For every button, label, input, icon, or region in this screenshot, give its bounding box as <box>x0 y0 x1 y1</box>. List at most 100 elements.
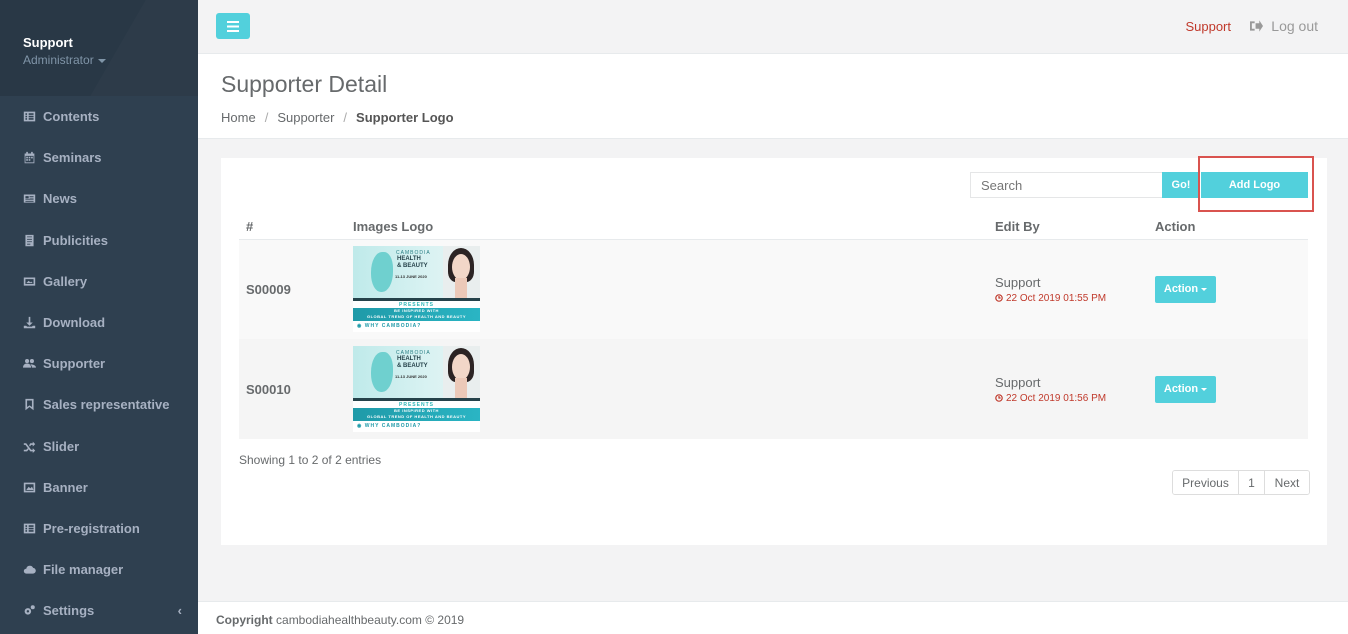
logo-portrait <box>443 346 480 398</box>
logo-why-label: WHY CAMBODIA? <box>364 423 422 429</box>
edit-timestamp: 22 Oct 2019 01:56 PM <box>995 393 1148 404</box>
cloud-icon <box>22 563 36 577</box>
column-header-id: # <box>239 214 346 240</box>
action-cell: Action <box>1148 339 1308 439</box>
logo-line3: & BEAUTY <box>397 363 428 369</box>
sidebar-item-label: Gallery <box>43 273 88 289</box>
action-dropdown-button[interactable]: Action <box>1155 275 1216 303</box>
pagination-next[interactable]: Next <box>1265 471 1309 494</box>
chevron-left-icon: ‹ <box>177 603 182 619</box>
menu-toggle-button[interactable] <box>216 13 250 39</box>
download-icon <box>22 316 36 330</box>
pagination: Previous 1 Next <box>1172 470 1310 495</box>
sidebar-item-pre-registration[interactable]: Pre-registration <box>0 508 198 549</box>
sidebar-item-file-manager[interactable]: File manager <box>0 549 198 590</box>
logo-divider <box>353 298 480 302</box>
pagination-previous[interactable]: Previous <box>1173 471 1239 494</box>
column-header-action: Action <box>1148 214 1308 240</box>
row-id: S00010 <box>246 381 291 397</box>
action-cell: Action <box>1148 239 1308 339</box>
topbar: Support Log out <box>198 0 1348 54</box>
logo-dates: 11-13 JUNE 2020 <box>395 374 427 379</box>
sidebar-item-label: File manager <box>43 562 124 578</box>
logo-band: BE INSPIRED WITH GLOBAL TREND OF HEALTH A… <box>353 408 480 421</box>
entries-info: Showing 1 to 2 of 2 entries <box>239 453 382 467</box>
editor-name: Support <box>995 274 1041 290</box>
logo-portrait-neck <box>455 278 467 299</box>
logo-line2: HEALTH <box>397 256 421 263</box>
logo-divider <box>353 398 480 401</box>
sidebar-item-label: Slider <box>43 438 80 454</box>
breadcrumb-home[interactable]: Home <box>221 110 256 125</box>
logo-band: BE INSPIRED WITH GLOBAL TREND OF HEALTH A… <box>353 308 480 322</box>
sidebar-item-label: Banner <box>43 479 88 495</box>
action-label: Action <box>1163 383 1199 395</box>
sidebar-item-supporter[interactable]: Supporter <box>0 343 198 384</box>
breadcrumb-supporter[interactable]: Supporter <box>277 110 334 125</box>
action-dropdown-button[interactable]: Action <box>1155 375 1216 403</box>
logo-why-label: WHY CAMBODIA? <box>364 323 422 330</box>
logo-why: ◉ WHY CAMBODIA? <box>357 423 422 429</box>
caret-down-icon <box>1201 387 1208 391</box>
sidebar-item-publicities[interactable]: Publicities <box>0 220 198 261</box>
sidebar-item-gallery[interactable]: Gallery <box>0 261 198 302</box>
sidebar-item-label: Seminars <box>43 150 102 166</box>
profile-block[interactable]: Support Administrator <box>0 0 198 96</box>
sidebar-item-contents[interactable]: Contents <box>0 96 198 137</box>
cogs-icon <box>22 604 36 618</box>
caret-down-icon <box>1201 287 1208 291</box>
breadcrumb: Home / Supporter / Supporter Logo <box>221 110 1348 125</box>
profile-role-label: Administrator <box>23 53 94 67</box>
logo-line2: HEALTH <box>397 356 421 362</box>
logo-cell: CAMBODIA HEALTH & BEAUTY 11-13 JUNE 2020 … <box>346 239 988 339</box>
newspaper-icon <box>22 192 36 206</box>
sidebar-item-sales-representative[interactable]: Sales representative <box>0 384 198 425</box>
search-input[interactable] <box>970 172 1163 198</box>
breadcrumb-separator: / <box>264 110 269 125</box>
table-row: S00010 CAMBODIA HEALTH & BEAUTY 11-13 JUN… <box>239 339 1308 439</box>
logo-title: HEALTH & BEAUTY <box>397 356 428 370</box>
picture-icon <box>22 480 36 494</box>
logo-line3: & BEAUTY <box>397 263 428 270</box>
sidebar-item-label: Contents <box>43 109 100 125</box>
profile-role[interactable]: Administrator <box>23 53 198 67</box>
row-id: S00009 <box>246 281 291 297</box>
copyright-text: cambodiahealthbeauty.com © 2019 <box>276 613 465 627</box>
logo-image: CAMBODIA HEALTH & BEAUTY 11-13 JUNE 2020 … <box>353 346 480 432</box>
list-alt-icon <box>22 521 36 535</box>
bookmark-icon <box>22 398 36 412</box>
column-header-edit-by: Edit By <box>988 214 1148 240</box>
sidebar-item-slider[interactable]: Slider <box>0 426 198 467</box>
table-row: S00009 CAMBODIA HEALTH & BEAUTY 11-13 JUN… <box>239 239 1308 339</box>
content-box: Go! Add Logo # Images Logo Edit By Actio… <box>221 156 1327 545</box>
sidebar-item-news[interactable]: News <box>0 178 198 219</box>
footer: Copyright cambodiahealthbeauty.com © 201… <box>198 601 1348 634</box>
sidebar-item-label: Settings <box>43 603 95 619</box>
copyright-label: Copyright <box>216 613 273 627</box>
document-icon <box>22 233 36 247</box>
logo-why: ◉ WHY CAMBODIA? <box>357 323 422 330</box>
sidebar-item-seminars[interactable]: Seminars <box>0 137 198 178</box>
sidebar-item-banner[interactable]: Banner <box>0 467 198 508</box>
sidebar: Support Administrator Contents Seminars … <box>0 0 198 634</box>
sidebar-item-download[interactable]: Download <box>0 302 198 343</box>
logo-band-b: GLOBAL TREND OF HEALTH AND BEAUTY <box>366 314 467 320</box>
logo-portrait <box>443 246 480 299</box>
add-logo-button[interactable]: Add Logo <box>1201 172 1308 198</box>
sidebar-item-label: Pre-registration <box>43 520 140 536</box>
sidebar-item-settings[interactable]: Settings ‹ <box>0 590 198 631</box>
clock-icon <box>995 294 1003 303</box>
logout-link[interactable]: Log out <box>1250 18 1318 34</box>
pagination-page[interactable]: 1 <box>1239 471 1265 494</box>
sidebar-nav: Contents Seminars News Publicities Galle… <box>0 96 198 631</box>
column-header-images-logo: Images Logo <box>346 214 988 240</box>
shuffle-icon <box>22 439 36 453</box>
logo-image: CAMBODIA HEALTH & BEAUTY 11-13 JUNE 2020 … <box>353 246 480 333</box>
go-button[interactable]: Go! <box>1162 172 1200 198</box>
breadcrumb-separator: / <box>343 110 348 125</box>
logout-label: Log out <box>1271 18 1318 34</box>
profile-name: Support <box>23 35 73 50</box>
support-link[interactable]: Support <box>1185 19 1231 34</box>
list-alt-icon <box>22 110 36 124</box>
sidebar-item-label: Supporter <box>43 356 106 372</box>
